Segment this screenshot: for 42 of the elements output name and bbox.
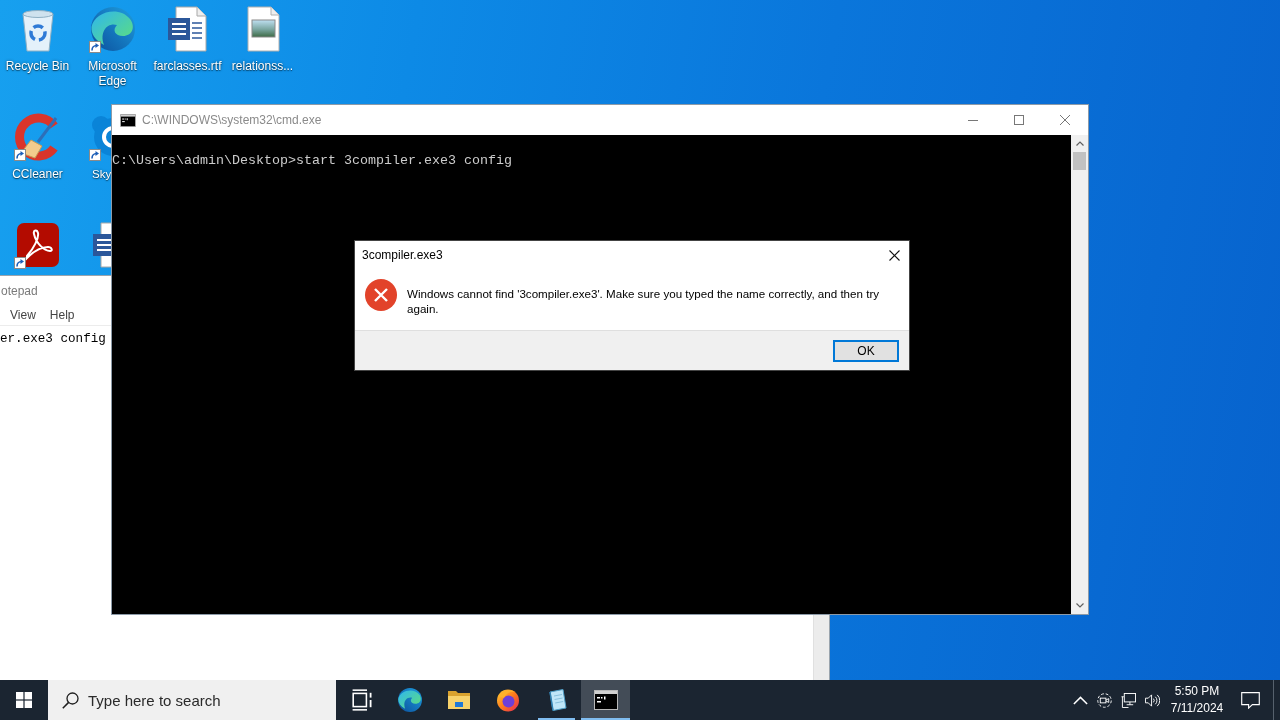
close-icon [888, 249, 900, 261]
volume-icon [1144, 692, 1160, 708]
terminal-icon [593, 688, 618, 712]
clock[interactable]: 5:50 PM 7/11/2024 [1167, 680, 1227, 720]
console-line: C:\Users\admin\Desktop>start 3compiler.exe3 config [112, 153, 512, 168]
folder-icon [446, 688, 471, 712]
error-icon [365, 279, 397, 311]
windows-logo-icon [16, 692, 32, 708]
error-message: Windows cannot find '3compiler.exe3'. Make sure you typed the name correctly, and then try again. [407, 286, 881, 316]
icon-label: Microsoft Edge [87, 59, 138, 89]
text-content: er.exe3 config [0, 332, 106, 346]
menu-item[interactable]: View [3, 308, 43, 322]
camera-icon [1096, 692, 1112, 708]
clock-time: 5:50 PM [1174, 683, 1220, 700]
scrollbar-thumb[interactable] [1073, 152, 1086, 170]
pdf-app-icon[interactable] [13, 221, 62, 269]
clock-date: 7/11/2024 [1170, 700, 1224, 717]
minimize-icon [968, 119, 978, 121]
notification-icon [1240, 691, 1260, 709]
icon-label: relationss... [231, 59, 294, 74]
icon-label: CCleaner [12, 167, 63, 182]
browser-icon[interactable] [88, 5, 137, 53]
search-field[interactable]: Type here to search [48, 680, 336, 720]
scrollbar[interactable] [1071, 135, 1088, 614]
network-icon [1120, 692, 1136, 708]
icon-label: Recycle Bin [5, 59, 70, 74]
search-icon [62, 691, 79, 709]
window-title: C:\WINDOWS\system32\cmd.exe [142, 113, 322, 127]
terminal-icon [120, 113, 136, 127]
window-title: otepad [1, 283, 38, 298]
browser-icon [397, 688, 422, 712]
menu-item[interactable]: Help [42, 308, 82, 322]
chevron-down-icon [1075, 603, 1084, 608]
taskbar-app-button[interactable] [581, 680, 630, 720]
icon-label: Sky [92, 167, 112, 182]
icon-label: farclasses.rtf [153, 59, 222, 74]
chevron-up-icon [1075, 141, 1084, 146]
close-icon [1060, 115, 1070, 125]
maximize-icon [1014, 115, 1024, 125]
dialog-title: 3compiler.exe3 [362, 248, 443, 262]
browser-icon [495, 688, 520, 712]
ok-button[interactable]: OK [833, 340, 899, 362]
